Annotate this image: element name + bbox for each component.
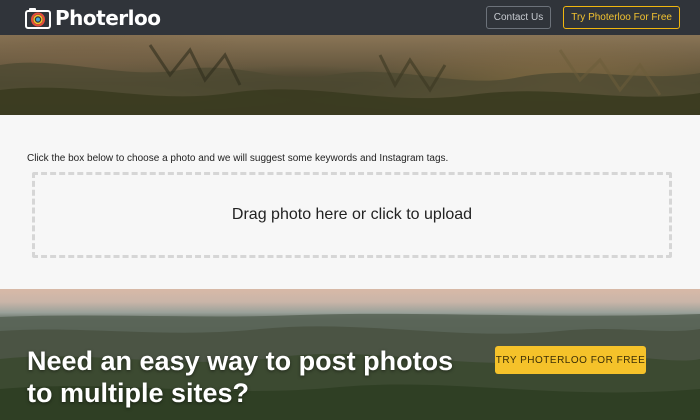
landscape-illustration	[0, 44, 700, 115]
try-free-header-button[interactable]: Try Photerloo For Free	[563, 6, 680, 29]
nav-actions: Contact Us Try Photerloo For Free	[485, 6, 680, 29]
dropzone-label: Drag photo here or click to upload	[231, 206, 473, 223]
try-free-cta-button[interactable]: TRY PHOTERLOO FOR FREE	[495, 346, 646, 374]
hero-image	[0, 35, 700, 115]
promo-section: Need an easy way to post photos to multi…	[0, 289, 700, 420]
brand-name: Photerloo	[55, 5, 161, 30]
promo-tagline: Need an easy way to post photos to multi…	[27, 346, 454, 408]
upload-instructions: Click the box below to choose a photo an…	[27, 153, 449, 164]
top-navbar: Photerloo Contact Us Try Photerloo For F…	[0, 0, 700, 35]
camera-logo-icon	[25, 7, 51, 29]
photo-dropzone[interactable]: Drag photo here or click to upload	[32, 172, 672, 258]
upload-section: Click the box below to choose a photo an…	[0, 115, 700, 289]
contact-us-button[interactable]: Contact Us	[485, 6, 552, 29]
brand[interactable]: Photerloo	[25, 5, 161, 30]
